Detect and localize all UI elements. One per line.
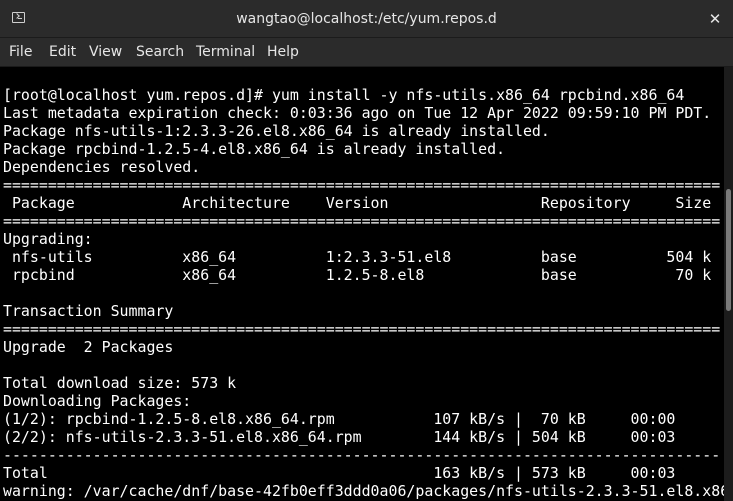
vertical-scrollbar[interactable]	[724, 67, 733, 501]
terminal-line: ========================================…	[3, 176, 721, 194]
terminal-line: warning: /var/cache/dnf/base-42fb0eff3dd…	[3, 482, 724, 500]
title-bar[interactable]: wangtao@localhost:/etc/yum.repos.d ✕	[0, 0, 733, 38]
terminal-line: ----------------------------------------…	[3, 446, 721, 464]
terminal-line: [root@localhost yum.repos.d]# yum instal…	[3, 86, 685, 104]
menu-edit[interactable]: Edit	[49, 38, 76, 67]
terminal-line: Package Architecture Version Repository …	[3, 194, 712, 212]
menu-help[interactable]: Help	[267, 38, 299, 67]
terminal-line: Transaction Summary	[3, 302, 174, 320]
terminal-line: ========================================…	[3, 320, 721, 338]
terminal-line: Package nfs-utils-1:2.3.3-26.el8.x86_64 …	[3, 122, 550, 140]
terminal-line: Last metadata expiration check: 0:03:36 …	[3, 104, 712, 122]
menu-terminal[interactable]: Terminal	[196, 38, 255, 67]
scrollbar-thumb[interactable]	[726, 189, 731, 311]
terminal-line: Package rpcbind-1.2.5-4.el8.x86_64 is al…	[3, 140, 506, 158]
terminal-line: (1/2): rpcbind-1.2.5-8.el8.x86_64.rpm 10…	[3, 410, 676, 428]
terminal-line: (2/2): nfs-utils-2.3.3-51.el8.x86_64.rpm…	[3, 428, 676, 446]
terminal-line: Upgrading:	[3, 230, 93, 248]
window-title: wangtao@localhost:/etc/yum.repos.d	[236, 11, 497, 27]
menu-bar: File Edit View Search Terminal Help	[0, 38, 733, 67]
menu-view[interactable]: View	[89, 38, 122, 67]
terminal-line: ========================================…	[3, 212, 721, 230]
menu-file[interactable]: File	[9, 38, 32, 67]
terminal-line: Total 163 kB/s | 573 kB 00:03	[3, 464, 676, 482]
close-button[interactable]: ✕	[703, 7, 727, 31]
terminal-line: Dependencies resolved.	[3, 158, 201, 176]
terminal-line: nfs-utils x86_64 1:2.3.3-51.el8 base 504…	[3, 248, 712, 266]
terminal-line: rpcbind x86_64 1.2.5-8.el8 base 70 k	[3, 266, 712, 284]
terminal-line: Total download size: 573 k	[3, 374, 237, 392]
terminal-line: Downloading Packages:	[3, 392, 192, 410]
terminal-line: Upgrade 2 Packages	[3, 338, 174, 356]
terminal-window: wangtao@localhost:/etc/yum.repos.d ✕ Fil…	[0, 0, 733, 501]
menu-search[interactable]: Search	[136, 38, 184, 67]
terminal-output[interactable]: [root@localhost yum.repos.d]# yum instal…	[0, 67, 724, 501]
